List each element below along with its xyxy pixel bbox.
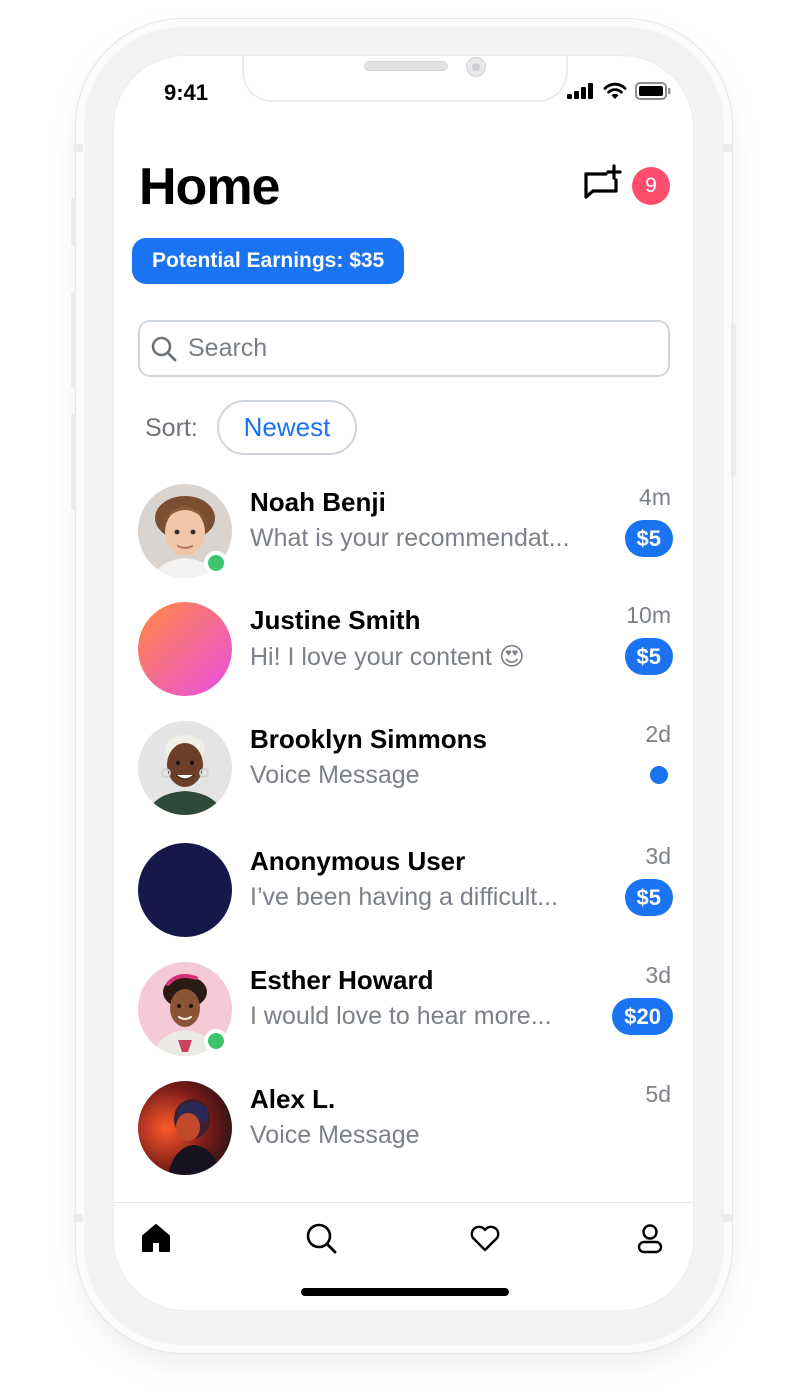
power-button xyxy=(731,324,736,476)
heart-icon[interactable] xyxy=(468,1221,502,1255)
page-title: Home xyxy=(139,158,280,216)
mute-switch xyxy=(71,198,76,246)
home-icon[interactable] xyxy=(139,1221,173,1255)
contact-name: Noah Benji xyxy=(250,487,386,517)
avatar xyxy=(138,602,232,696)
contact-name: Justine Smith xyxy=(250,605,421,635)
cellular-signal-icon xyxy=(567,83,593,99)
price-badge: $5 xyxy=(624,879,673,916)
contact-name: Brooklyn Simmons xyxy=(250,724,487,754)
message-time: 3d xyxy=(645,962,671,988)
antenna-band xyxy=(722,1214,732,1222)
price-badge: $20 xyxy=(612,998,673,1035)
contact-name: Alex L. xyxy=(250,1084,336,1114)
notch xyxy=(242,56,568,102)
online-status-dot xyxy=(204,551,228,575)
conversation-row[interactable]: Anonymous User I’ve been having a diffic… xyxy=(114,843,693,953)
avatar xyxy=(138,843,232,937)
sort-selector[interactable]: Newest xyxy=(217,400,357,455)
speaker-grille xyxy=(364,61,448,71)
potential-earnings-badge[interactable]: Potential Earnings: $35 xyxy=(132,238,405,284)
sort-label: Sort: xyxy=(145,414,198,442)
message-preview: I would love to hear more... xyxy=(250,1002,552,1030)
avatar xyxy=(138,721,232,815)
volume-up-button xyxy=(71,292,76,388)
price-badge: $5 xyxy=(624,638,673,675)
status-time: 9:41 xyxy=(164,80,209,105)
message-preview: Voice Message xyxy=(250,761,420,789)
conversation-row[interactable]: Justine Smith Hi! I love your content 😍 … xyxy=(114,602,693,712)
contact-name: Anonymous User xyxy=(250,846,466,876)
contact-name: Esther Howard xyxy=(250,965,434,995)
volume-down-button xyxy=(71,414,76,510)
antenna-band xyxy=(722,144,732,152)
search-input[interactable] xyxy=(188,334,628,363)
online-status-dot xyxy=(204,1029,228,1053)
antenna-band xyxy=(73,144,83,152)
search-icon[interactable] xyxy=(304,1221,338,1255)
message-preview: What is your recommendat... xyxy=(250,524,570,552)
app-screen: 9:41 Home 9 Potential Earnings: $35 Sear… xyxy=(113,55,694,1311)
price-badge: $5 xyxy=(624,520,673,557)
conversation-row[interactable]: Brooklyn Simmons Voice Message 2d xyxy=(114,721,693,831)
search-icon xyxy=(151,336,177,361)
message-preview: Hi! I love your content 😍 xyxy=(250,643,525,671)
message-time: 2d xyxy=(645,721,671,747)
search-bar[interactable] xyxy=(138,320,670,377)
profile-icon[interactable] xyxy=(633,1221,667,1255)
conversation-row[interactable]: Noah Benji What is your recommendat... 4… xyxy=(114,484,693,594)
front-camera xyxy=(466,57,486,77)
message-time: 4m xyxy=(639,484,671,510)
status-icons xyxy=(567,82,671,100)
message-preview: I’ve been having a difficult... xyxy=(250,883,559,911)
message-time: 3d xyxy=(645,843,671,869)
battery-icon xyxy=(635,82,671,100)
home-indicator[interactable] xyxy=(301,1288,509,1296)
message-time: 5d xyxy=(645,1081,671,1107)
new-message-icon[interactable] xyxy=(582,164,624,206)
unread-count-badge: 9 xyxy=(632,167,670,205)
conversation-row[interactable]: Esther Howard I would love to hear more.… xyxy=(114,962,693,1072)
avatar xyxy=(138,1081,232,1175)
message-preview: Voice Message xyxy=(250,1121,420,1149)
wifi-icon xyxy=(603,82,627,99)
message-time: 10m xyxy=(626,602,671,628)
antenna-band xyxy=(73,1214,83,1222)
unread-dot xyxy=(650,766,668,784)
conversation-row[interactable]: Alex L. Voice Message 5d xyxy=(114,1081,693,1191)
